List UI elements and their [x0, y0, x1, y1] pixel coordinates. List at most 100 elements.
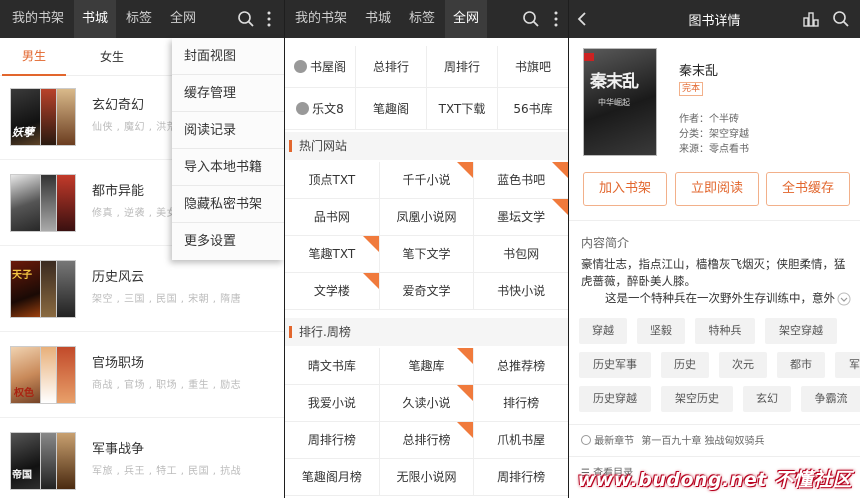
author-link[interactable]: 个半砖	[709, 114, 739, 125]
book-tag[interactable]: 架空历史	[661, 386, 733, 412]
category-cover: 帝国	[10, 432, 82, 490]
site-link[interactable]: 书快小说	[474, 273, 568, 310]
tab-male[interactable]: 男生	[2, 38, 66, 76]
back-arrow-icon[interactable]	[575, 9, 589, 29]
site-link[interactable]: 千千小说	[379, 162, 475, 199]
add-to-shelf-button[interactable]: 加入书架	[583, 172, 667, 206]
tab-bookstore[interactable]: 书城	[357, 0, 399, 38]
expand-chevron-icon[interactable]	[837, 292, 851, 306]
search-icon[interactable]	[521, 9, 541, 29]
menu-cache-manage[interactable]: 缓存管理	[172, 75, 284, 112]
site-link[interactable]: TXT下载	[427, 88, 498, 130]
ranking-icon[interactable]	[801, 9, 821, 29]
site-link[interactable]: 笔趣阁	[356, 88, 427, 130]
book-tag[interactable]: 次元	[719, 352, 767, 378]
search-icon[interactable]	[236, 9, 256, 29]
menu-import-local[interactable]: 导入本地书籍	[172, 149, 284, 186]
site-link[interactable]: 顶点TXT	[285, 162, 380, 199]
book-tag[interactable]: 争霸流	[801, 386, 860, 412]
site-link[interactable]: 乐文8	[285, 88, 356, 130]
site-link[interactable]: 总推荐榜	[474, 348, 568, 385]
site-link[interactable]: 久读小说	[379, 385, 475, 422]
site-link[interactable]: 无限小说网	[379, 459, 475, 496]
tab-all-web[interactable]: 全网	[445, 0, 488, 38]
menu-more-settings[interactable]: 更多设置	[172, 223, 284, 260]
read-now-button[interactable]: 立即阅读	[675, 172, 759, 206]
category-tags: 架空 , 三国 , 民国 , 宋朝 , 隋唐	[92, 294, 242, 305]
site-link[interactable]: 笔下文学	[379, 236, 475, 273]
book-meta: 作者：个半砖 分类：架空穿越 来源：零点看书	[679, 112, 749, 157]
site-label: 凤凰小说网	[396, 210, 457, 224]
menu-cover-view[interactable]: 封面视图	[172, 38, 284, 75]
tab-my-shelf[interactable]: 我的书架	[287, 0, 355, 38]
category-title: 官场职场	[92, 356, 145, 371]
site-link[interactable]: 书包网	[474, 236, 568, 273]
site-link[interactable]: 笔趣TXT	[285, 236, 380, 273]
intro-text: 豪情壮志，指点江山，樯橹灰飞烟灭；侠胆柔情，猛虎蔷薇，醉卧美人膝。	[581, 257, 846, 288]
search-icon[interactable]	[831, 9, 851, 29]
intro-text-more: 这是一个特种兵在一次野外生存训练中，意外	[605, 291, 835, 305]
site-link[interactable]: 周排行榜	[474, 459, 568, 496]
site-link[interactable]: 总排行	[356, 46, 427, 88]
site-link[interactable]: 周排行	[427, 46, 498, 88]
category-title: 玄幻奇幻	[92, 98, 145, 113]
category-item[interactable]: 帝国 军事战争 军旅 , 兵王 , 特工 , 民国 , 抗战	[0, 418, 284, 498]
category-cover: 权色	[10, 346, 82, 404]
site-link[interactable]: 品书网	[285, 199, 380, 236]
site-label: 周排行	[443, 60, 480, 74]
more-vertical-icon[interactable]	[264, 9, 274, 29]
tab-my-shelf[interactable]: 我的书架	[4, 0, 72, 38]
site-link[interactable]: 我爱小说	[285, 385, 380, 422]
site-link[interactable]: 晴文书库	[285, 348, 380, 385]
category-item[interactable]: 权色 官场职场 商战 , 官场 , 职场 , 重生 , 励志	[0, 332, 284, 418]
site-label: 笔趣TXT	[308, 247, 356, 261]
tab-tags[interactable]: 标签	[401, 0, 443, 38]
book-tag[interactable]: 特种兵	[695, 318, 755, 344]
site-link[interactable]: 周排行榜	[285, 422, 380, 459]
book-tag[interactable]: 历史	[661, 352, 709, 378]
cache-all-button[interactable]: 全书缓存	[766, 172, 850, 206]
site-link[interactable]: 蓝色书吧	[474, 162, 568, 199]
site-link[interactable]: 总排行榜	[379, 422, 475, 459]
book-tag[interactable]: 架空穿越	[765, 318, 837, 344]
latest-chapter-row[interactable]: 最新章节 第一百九十章 独战匈奴骑兵	[581, 432, 765, 447]
category-tags: 仙侠 , 魔幻 , 洪荒	[92, 122, 178, 133]
site-link[interactable]: 56书库	[498, 88, 568, 130]
site-link[interactable]: 排行榜	[474, 385, 568, 422]
book-tag[interactable]: 军事历史	[835, 352, 860, 378]
divider	[569, 424, 860, 425]
book-tag[interactable]: 都市	[777, 352, 825, 378]
site-label: 晴文书库	[307, 359, 356, 373]
menu-hide-private[interactable]: 隐藏私密书架	[172, 186, 284, 223]
book-tag[interactable]: 坚毅	[637, 318, 685, 344]
tab-tags[interactable]: 标签	[118, 0, 160, 38]
site-label: 书包网	[503, 247, 540, 261]
header-title: 图书详情	[688, 13, 741, 29]
source-link[interactable]: 零点看书	[709, 144, 749, 155]
menu-read-history[interactable]: 阅读记录	[172, 112, 284, 149]
site-link[interactable]: 书屋阁	[285, 46, 356, 88]
book-tag[interactable]: 历史军事	[579, 352, 651, 378]
site-link[interactable]: 笔趣阁月榜	[285, 459, 380, 496]
site-link[interactable]: 爱奇文学	[379, 273, 475, 310]
site-label: 总排行榜	[402, 433, 451, 447]
site-link[interactable]: 笔趣库	[379, 348, 475, 385]
site-link[interactable]: 文学楼	[285, 273, 380, 310]
site-link[interactable]: 凤凰小说网	[379, 199, 475, 236]
category-link[interactable]: 架空穿越	[709, 129, 749, 140]
all-web-screen: 我的书架 书城 标签 全网 书屋阁 总排行 周排行 书旗吧乐文8 笔趣阁 TXT下载 56书…	[284, 0, 568, 498]
site-label: 笔趣库	[408, 359, 445, 373]
more-vertical-icon[interactable]	[551, 9, 561, 29]
site-favicon-icon	[296, 102, 310, 115]
book-tag[interactable]: 历史穿越	[579, 386, 651, 412]
hot-badge	[551, 199, 568, 215]
tab-all-web[interactable]: 全网	[162, 0, 204, 38]
site-link[interactable]: 爪机书屋	[474, 422, 568, 459]
site-link[interactable]: 书旗吧	[498, 46, 568, 88]
tab-bookstore[interactable]: 书城	[74, 0, 117, 38]
tab-female[interactable]: 女生	[80, 39, 144, 75]
category-title: 军事战争	[92, 442, 145, 457]
book-tag[interactable]: 玄幻	[743, 386, 791, 412]
site-link[interactable]: 墨坛文学	[474, 199, 568, 236]
book-tag[interactable]: 穿越	[579, 318, 627, 344]
